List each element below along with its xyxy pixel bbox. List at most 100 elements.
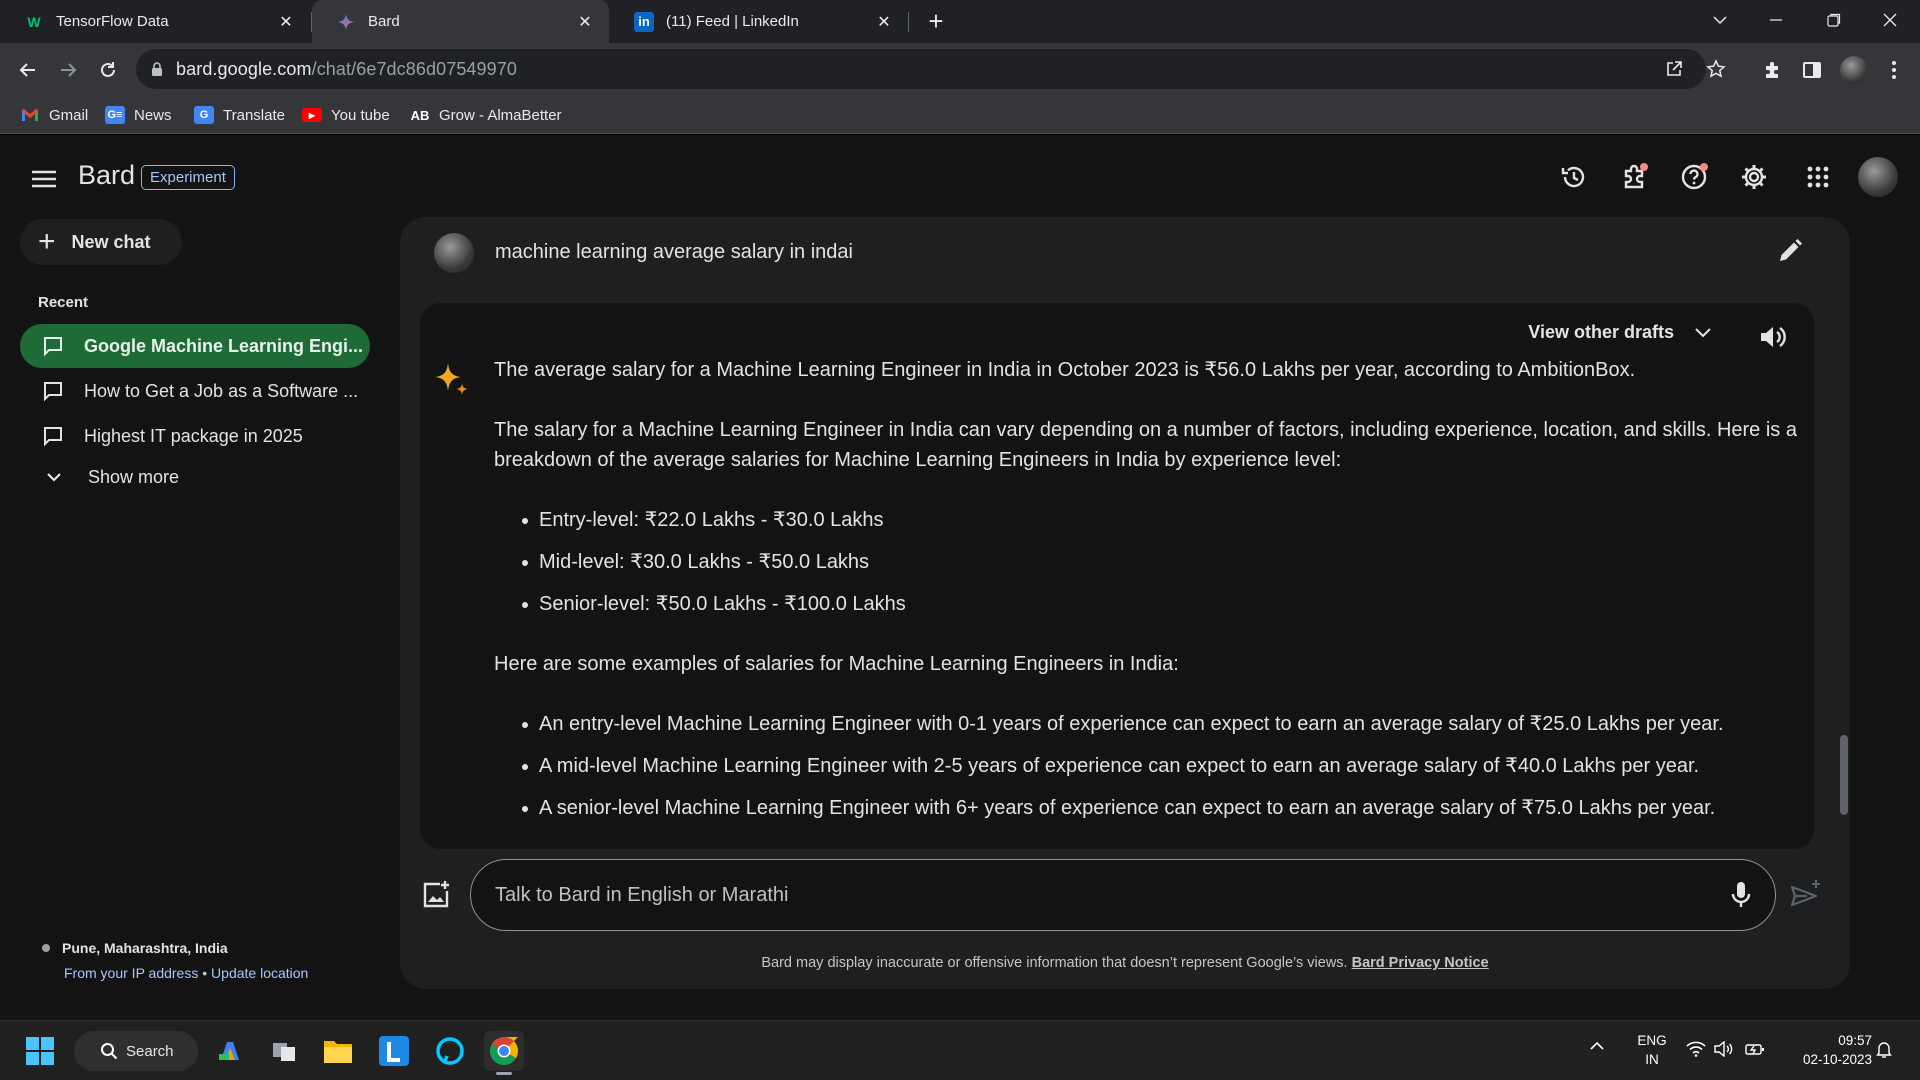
salary-examples-list: An entry-level Machine Learning Engineer… <box>522 709 1804 823</box>
scrollbar-thumb[interactable] <box>1840 735 1848 815</box>
recent-chat-item[interactable]: Highest IT package in 2025 <box>20 414 370 458</box>
response-paragraph: The average salary for a Machine Learnin… <box>494 359 1636 381</box>
chat-panel: machine learning average salary in indai… <box>400 217 1850 989</box>
chrome-icon[interactable] <box>484 1031 524 1075</box>
chevron-down-icon <box>47 473 61 482</box>
update-location-link[interactable]: Update location <box>211 965 308 981</box>
chevron-down-icon <box>1695 328 1711 338</box>
bookmark-news[interactable]: G≡ News <box>105 102 172 128</box>
location-text: Pune, Maharashtra, India <box>62 940 228 956</box>
response-paragraph: The salary for a Machine Learning Engine… <box>494 419 1797 471</box>
more-vertical-icon[interactable] <box>1878 54 1910 86</box>
windows-taskbar: Search ENG IN 09:57 02-10-2023 <box>0 1020 1920 1080</box>
file-explorer-icon[interactable] <box>318 1031 358 1071</box>
tab-title: TensorFlow Data <box>56 13 169 30</box>
taskbar-search[interactable]: Search <box>74 1031 198 1071</box>
show-hidden-icons[interactable] <box>1588 1037 1606 1055</box>
minimize-icon[interactable] <box>1748 0 1804 40</box>
bookmark-translate[interactable]: G Translate <box>194 102 285 128</box>
close-tab-icon[interactable]: ✕ <box>276 12 296 32</box>
disclaimer-text: Bard may display inaccurate or offensive… <box>761 955 1348 971</box>
extensions-icon[interactable] <box>1616 159 1652 195</box>
gmail-icon <box>20 106 40 124</box>
chat-bubble-icon <box>44 427 62 447</box>
show-more-button[interactable]: Show more <box>42 465 179 489</box>
microphone-icon[interactable] <box>1721 875 1761 915</box>
bard-sparkle-icon <box>336 12 356 32</box>
new-tab-button[interactable]: + <box>922 8 950 36</box>
copilot-icon[interactable] <box>210 1031 250 1071</box>
bookmark-star-icon[interactable] <box>1706 59 1726 79</box>
notification-dot <box>1640 163 1648 171</box>
tab-linkedin[interactable]: in (11) Feed | LinkedIn ✕ <box>610 0 908 43</box>
ip-address-link[interactable]: From your IP address <box>64 965 198 981</box>
prompt-box[interactable] <box>470 859 1776 931</box>
bookmark-label: Gmail <box>49 106 89 124</box>
tab-search-icon[interactable] <box>1692 0 1748 40</box>
response-card: View other drafts The average salary for… <box>420 303 1814 849</box>
volume-icon[interactable] <box>1714 1041 1734 1057</box>
close-tab-icon[interactable]: ✕ <box>874 12 894 32</box>
edit-pencil-icon[interactable] <box>1772 235 1806 269</box>
apps-grid-icon[interactable] <box>1800 159 1836 195</box>
address-bar[interactable]: bard.google.com/chat/6e7dc86d07549970 <box>136 49 1726 89</box>
tab-tensorflow-data[interactable]: W TensorFlow Data ✕ <box>0 0 310 43</box>
bookmark-youtube[interactable]: ▶ You tube <box>302 102 390 128</box>
recent-chat-item[interactable]: Google Machine Learning Engi... <box>20 324 370 368</box>
reload-icon[interactable] <box>92 54 124 86</box>
new-chat-button[interactable]: + New chat <box>20 219 182 265</box>
hamburger-menu-icon[interactable] <box>28 163 60 195</box>
forward-arrow-icon[interactable] <box>52 54 84 86</box>
restore-icon[interactable] <box>1806 0 1862 40</box>
notification-bell-icon[interactable] <box>1874 1039 1894 1059</box>
bookmark-label: Grow - AlmaBetter <box>439 106 562 124</box>
recent-heading: Recent <box>38 294 89 311</box>
recent-chat-label: Google Machine Learning Engi... <box>84 335 364 356</box>
w-favicon-icon: W <box>27 13 41 30</box>
bookmark-almabetter[interactable]: AB Grow - AlmaBetter <box>410 102 562 128</box>
plus-icon: + <box>38 225 56 258</box>
clock[interactable]: 09:57 02-10-2023 <box>1782 1031 1872 1069</box>
account-avatar[interactable] <box>1858 157 1898 197</box>
side-panel-icon[interactable] <box>1796 54 1828 86</box>
close-tab-icon[interactable]: ✕ <box>575 12 595 32</box>
view-other-drafts-button[interactable]: View other drafts <box>1528 321 1714 343</box>
google-translate-icon: G <box>194 106 214 124</box>
chat-bubble-icon <box>44 337 62 357</box>
linkedin-icon: in <box>634 11 654 32</box>
tab-divider <box>908 12 909 32</box>
add-image-icon[interactable] <box>420 879 452 911</box>
list-item: Senior-level: ₹50.0 Lakhs - ₹100.0 Lakhs <box>522 589 1804 619</box>
l-app-icon[interactable] <box>374 1031 414 1071</box>
recent-chat-item[interactable]: How to Get a Job as a Software ... <box>20 369 370 413</box>
wifi-icon[interactable] <box>1686 1041 1706 1057</box>
lock-icon[interactable] <box>150 61 164 77</box>
profile-avatar[interactable] <box>1838 54 1870 86</box>
speaker-icon[interactable] <box>1756 321 1788 353</box>
task-view-icon[interactable] <box>264 1031 304 1071</box>
settings-gear-icon[interactable] <box>1736 159 1772 195</box>
bookmark-gmail[interactable]: Gmail <box>20 102 88 128</box>
close-window-icon[interactable] <box>1862 0 1918 40</box>
list-item: A senior-level Machine Learning Engineer… <box>522 793 1804 823</box>
language-code: ENG <box>1637 1033 1667 1048</box>
privacy-notice-link[interactable]: Bard Privacy Notice <box>1352 955 1489 971</box>
battery-icon[interactable] <box>1745 1041 1765 1057</box>
windows-start-icon[interactable] <box>20 1031 60 1071</box>
tab-bard[interactable]: Bard ✕ <box>312 0 609 43</box>
response-text: The average salary for a Machine Learnin… <box>494 355 1804 849</box>
prompt-input[interactable] <box>495 883 1721 907</box>
user-avatar <box>434 233 474 273</box>
chat-bubble-icon <box>44 382 62 402</box>
user-query: machine learning average salary in indai <box>495 241 853 263</box>
send-icon[interactable] <box>1788 878 1824 914</box>
history-icon[interactable] <box>1556 159 1592 195</box>
alexa-icon[interactable] <box>430 1031 470 1071</box>
help-icon[interactable] <box>1676 159 1712 195</box>
back-arrow-icon[interactable] <box>12 54 44 86</box>
share-icon[interactable] <box>1664 59 1684 79</box>
time-text: 09:57 <box>1838 1033 1872 1048</box>
extensions-puzzle-icon[interactable] <box>1756 54 1788 86</box>
disclaimer: Bard may display inaccurate or offensive… <box>400 955 1850 971</box>
input-language[interactable]: ENG IN <box>1630 1031 1674 1069</box>
